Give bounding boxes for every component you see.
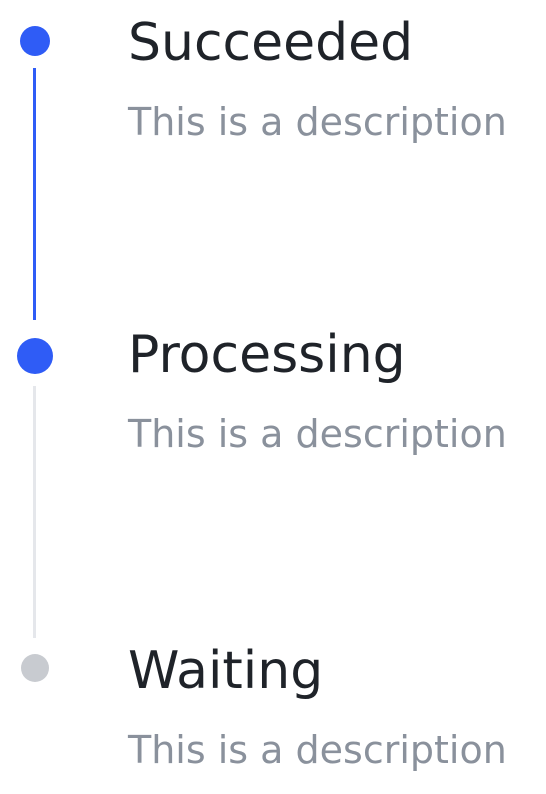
status-dot-icon (21, 654, 49, 682)
status-dot-icon (20, 26, 50, 56)
step-title: Succeeded (128, 13, 414, 73)
step-title: Waiting (128, 641, 324, 701)
step-description: This is a description (128, 100, 507, 144)
vertical-steps: Succeeded This is a description Processi… (0, 0, 546, 794)
step-connector-finished (33, 68, 36, 320)
status-dot-icon (17, 338, 53, 374)
step-title: Processing (128, 325, 406, 385)
step-description: This is a description (128, 412, 507, 456)
step-description: This is a description (128, 728, 507, 772)
step-connector-pending (33, 386, 36, 638)
